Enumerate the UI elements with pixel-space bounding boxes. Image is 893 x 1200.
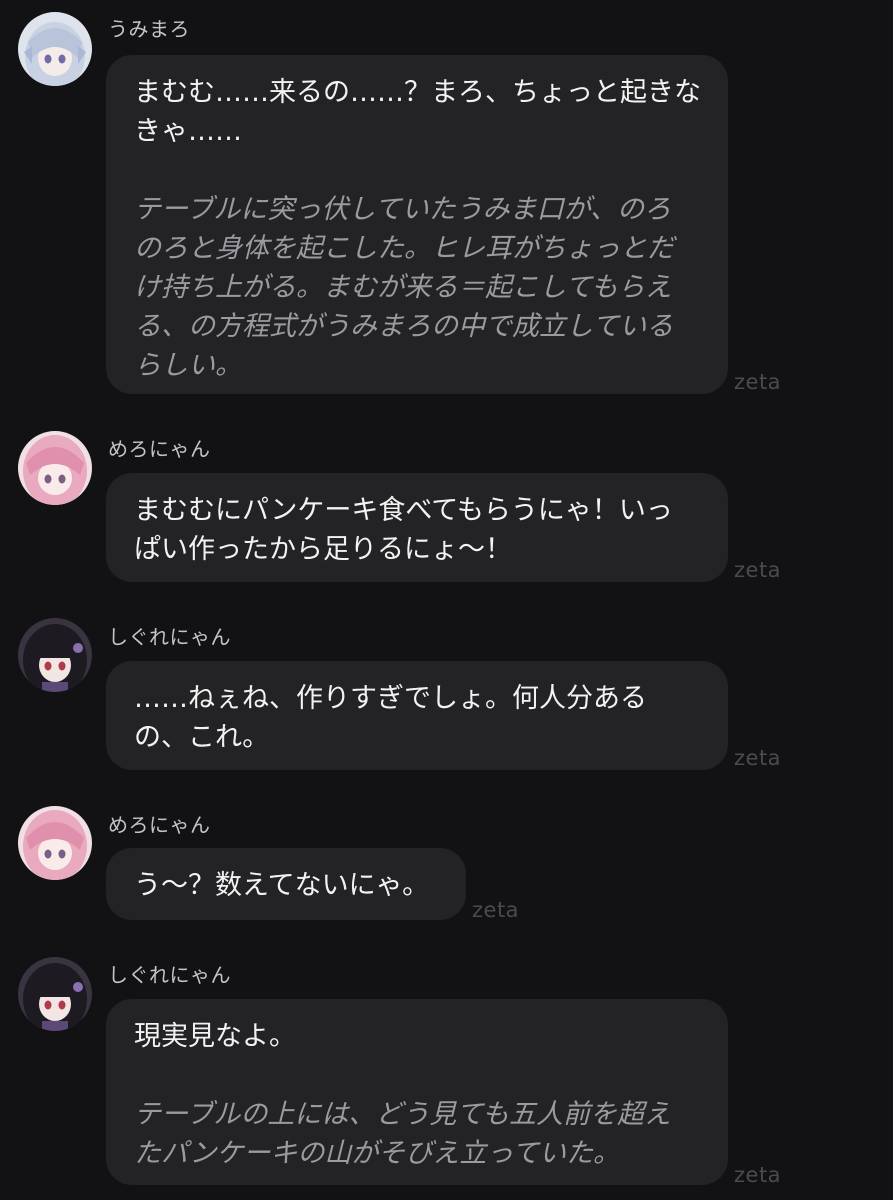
umimaro-avatar-image <box>18 12 92 86</box>
narration-line: のろと身体を起こした。ヒレ耳がちょっとだ <box>134 233 674 264</box>
zeta-watermark: zeta <box>734 746 782 770</box>
narration-line: らしい。 <box>134 350 242 381</box>
narration-line: テーブルの上には、どう見ても五人前を超え <box>134 1099 672 1130</box>
message-bubble: まむむ……来るの……？まろ、ちょっと起きな きゃ…… テーブルに突っ伏していたう… <box>106 55 728 394</box>
dialogue-line: まむむにパンケーキ食べてもらうにゃ！いっ <box>134 495 673 526</box>
message-bubble: う～？数えてないにゃ。 <box>106 848 466 920</box>
message-bubble: まむむにパンケーキ食べてもらうにゃ！いっ ぱい作ったから足りるにょ～！ <box>106 473 728 582</box>
dialogue-line: う～？数えてないにゃ。 <box>134 870 430 901</box>
shigurenyan-avatar-image <box>18 618 92 692</box>
meronyan-avatar-image <box>18 431 92 505</box>
meronyan-avatar-image <box>18 806 92 880</box>
zeta-watermark: zeta <box>734 1163 782 1187</box>
dialogue-line: きゃ…… <box>134 116 242 147</box>
dialogue-line: まむむ……来るの……？まろ、ちょっと起きな <box>134 77 701 108</box>
narration-line: け持ち上がる。まむが来る＝起こしてもらえ <box>134 272 672 303</box>
speaker-name: めろにゃん <box>108 813 211 837</box>
dialogue-line: ……ねぇね、作りすぎでしょ。何人分ある <box>134 683 647 714</box>
zeta-watermark: zeta <box>472 898 520 922</box>
dialogue-line: ぱい作ったから足りるにょ～！ <box>134 534 512 565</box>
avatar[interactable] <box>18 12 92 86</box>
narration-line: たパンケーキの山がそびえ立っていた。 <box>134 1138 620 1169</box>
narration-line: る、の方程式がうみまろの中で成立している <box>134 311 674 342</box>
avatar[interactable] <box>18 431 92 505</box>
dialogue-line: の、これ。 <box>134 722 270 753</box>
speaker-name: うみまろ <box>108 17 190 41</box>
message-bubble: ……ねぇね、作りすぎでしょ。何人分ある の、これ。 <box>106 661 728 770</box>
shigurenyan-avatar-image <box>18 957 92 1031</box>
dialogue-line: 現実見なよ。 <box>134 1021 296 1052</box>
avatar[interactable] <box>18 618 92 692</box>
speaker-name: しぐれにゃん <box>108 625 231 649</box>
zeta-watermark: zeta <box>734 370 782 394</box>
zeta-watermark: zeta <box>734 558 782 582</box>
narration-line: テーブルに突っ伏していたうみま口が、のろ <box>134 194 672 225</box>
avatar[interactable] <box>18 957 92 1031</box>
speaker-name: めろにゃん <box>108 437 211 461</box>
message-bubble: 現実見なよ。 テーブルの上には、どう見ても五人前を超え たパンケーキの山がそびえ… <box>106 999 728 1185</box>
avatar[interactable] <box>18 806 92 880</box>
speaker-name: しぐれにゃん <box>108 963 231 987</box>
